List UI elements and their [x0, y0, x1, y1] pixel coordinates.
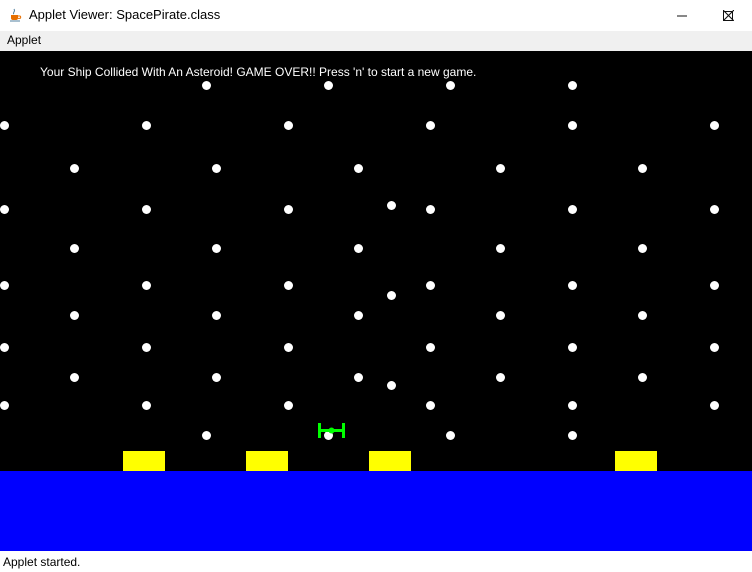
star — [69, 372, 79, 382]
star — [567, 430, 577, 440]
window-title: Applet Viewer: SpacePirate.class — [29, 7, 221, 22]
game-over-message: Your Ship Collided With An Asteroid! GAM… — [40, 65, 477, 79]
star — [495, 372, 505, 382]
star — [283, 204, 293, 214]
star — [353, 163, 363, 173]
star — [323, 80, 333, 90]
star — [637, 163, 647, 173]
star — [211, 243, 221, 253]
yellow-block — [246, 451, 288, 471]
star — [567, 400, 577, 410]
java-cup-icon — [10, 8, 22, 22]
star — [141, 204, 151, 214]
star — [495, 243, 505, 253]
star — [637, 310, 647, 320]
yellow-block — [369, 451, 411, 471]
star — [141, 120, 151, 130]
star — [567, 204, 577, 214]
star — [425, 204, 435, 214]
yellow-block — [123, 451, 165, 471]
star — [709, 204, 719, 214]
star — [141, 342, 151, 352]
star — [0, 342, 9, 352]
star — [425, 342, 435, 352]
close-icon — [722, 10, 734, 21]
star — [141, 280, 151, 290]
star — [211, 163, 221, 173]
star — [386, 290, 396, 300]
ground — [0, 471, 752, 551]
star — [709, 280, 719, 290]
star — [567, 80, 577, 90]
star — [445, 430, 455, 440]
star — [709, 120, 719, 130]
star — [425, 120, 435, 130]
star — [211, 310, 221, 320]
title-bar: Applet Viewer: SpacePirate.class — [0, 0, 752, 31]
close-button[interactable] — [705, 0, 751, 31]
star — [69, 243, 79, 253]
star — [425, 400, 435, 410]
star — [211, 372, 221, 382]
star — [353, 310, 363, 320]
star — [201, 430, 211, 440]
star — [637, 372, 647, 382]
star — [0, 120, 9, 130]
star — [709, 400, 719, 410]
star — [141, 400, 151, 410]
star — [283, 280, 293, 290]
star — [353, 243, 363, 253]
star — [0, 400, 9, 410]
star — [386, 200, 396, 210]
star — [0, 204, 9, 214]
star — [445, 80, 455, 90]
star — [495, 163, 505, 173]
star — [425, 280, 435, 290]
game-canvas[interactable]: Your Ship Collided With An Asteroid! GAM… — [0, 51, 752, 551]
star — [283, 342, 293, 352]
star — [69, 310, 79, 320]
minimize-icon — [677, 15, 687, 16]
status-text: Applet started. — [3, 555, 81, 569]
menu-bar: Applet — [0, 31, 752, 51]
star — [353, 372, 363, 382]
star — [567, 342, 577, 352]
player-ship — [318, 423, 345, 438]
star — [567, 280, 577, 290]
minimize-button[interactable] — [659, 0, 705, 31]
star — [386, 380, 396, 390]
star — [637, 243, 647, 253]
star — [201, 80, 211, 90]
star — [69, 163, 79, 173]
star — [567, 120, 577, 130]
menu-applet[interactable]: Applet — [7, 33, 41, 47]
star — [495, 310, 505, 320]
star — [283, 400, 293, 410]
star — [0, 280, 9, 290]
yellow-block — [615, 451, 657, 471]
star — [283, 120, 293, 130]
star — [709, 342, 719, 352]
status-bar: Applet started. — [0, 551, 752, 572]
